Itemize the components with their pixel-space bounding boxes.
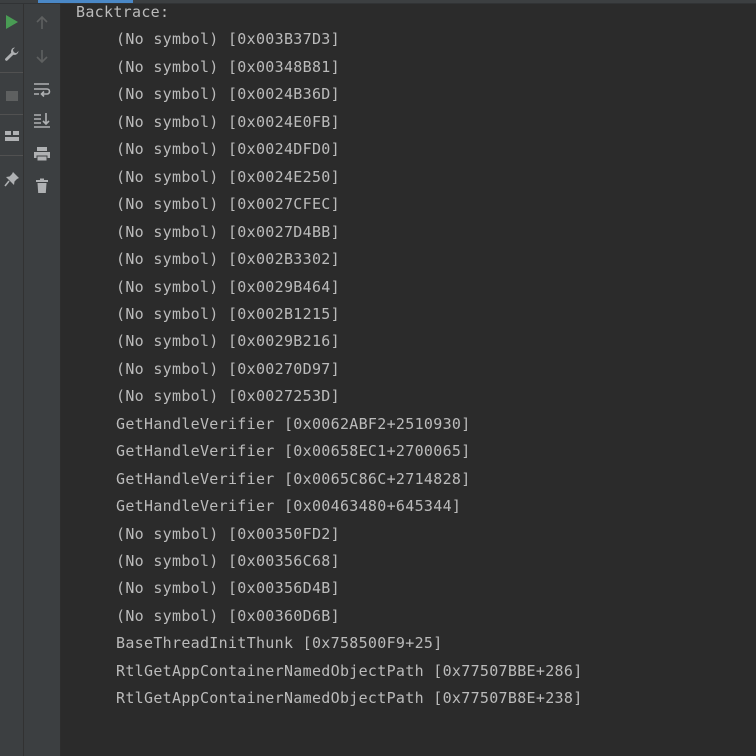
backtrace-line: RtlGetAppContainerNamedObjectPath [0x775…: [116, 689, 583, 708]
toolbar-separator: [0, 72, 23, 73]
backtrace-line: (No symbol) [0x0024DFD0]: [116, 140, 340, 159]
backtrace-line: BaseThreadInitThunk [0x758500F9+25]: [116, 634, 443, 653]
pin-button[interactable]: [0, 166, 23, 192]
backtrace-line: GetHandleVerifier [0x00463480+645344]: [116, 497, 462, 516]
backtrace-line: GetHandleVerifier [0x0062ABF2+2510930]: [116, 414, 471, 433]
backtrace-line: (No symbol) [0x002B1215]: [116, 304, 340, 323]
clear-all-button[interactable]: [24, 172, 60, 200]
backtrace-line: (No symbol) [0x00360D6B]: [116, 606, 340, 625]
layout-button[interactable]: [0, 123, 23, 149]
backtrace-line: (No symbol) [0x00356C68]: [116, 552, 340, 570]
previous-occurrence-button[interactable]: [24, 9, 60, 37]
backtrace-line: (No symbol) [0x0024E0FB]: [116, 112, 340, 131]
settings-button[interactable]: [0, 41, 23, 67]
print-icon: [34, 147, 50, 162]
run-button[interactable]: [0, 9, 23, 35]
backtrace-line: (No symbol) [0x003B37D3]: [116, 30, 340, 49]
run-toolbar: [0, 4, 24, 756]
toolbar-separator: [0, 155, 23, 156]
backtrace-line: (No symbol) [0x0029B216]: [116, 332, 340, 351]
backtrace-line: GetHandleVerifier [0x0065C86C+2714828]: [116, 469, 471, 488]
next-occurrence-button[interactable]: [24, 42, 60, 70]
backtrace-line: GetHandleVerifier [0x00658EC1+2700065]: [116, 442, 471, 461]
soft-wrap-icon: [34, 83, 51, 97]
scroll-to-end-button[interactable]: [24, 106, 60, 134]
backtrace-line: (No symbol) [0x002B3302]: [116, 250, 340, 268]
backtrace-line: (No symbol) [0x00348B81]: [116, 57, 340, 76]
stop-button[interactable]: [0, 83, 23, 109]
stop-icon: [5, 91, 18, 101]
run-tool-window: Backtrace: (No symbol) [0x003B37D3] (No s…: [0, 0, 756, 756]
trash-icon: [36, 178, 48, 193]
toolbar-separator: [0, 114, 23, 115]
arrow-down-icon: [36, 50, 48, 64]
backtrace-line: (No symbol) [0x0024E250]: [116, 167, 340, 186]
backtrace-line: (No symbol) [0x00356D4B]: [116, 579, 340, 598]
pin-icon: [3, 172, 19, 187]
backtrace-line: (No symbol) [0x0027253D]: [116, 387, 340, 406]
run-icon: [5, 15, 18, 29]
backtrace-line: RtlGetAppContainerNamedObjectPath [0x775…: [116, 661, 583, 680]
backtrace-line: (No symbol) [0x00270D97]: [116, 359, 340, 378]
backtrace-header: Backtrace:: [76, 3, 170, 21]
scroll-to-end-icon: [34, 113, 50, 128]
wrench-icon: [4, 47, 18, 61]
print-button[interactable]: [24, 140, 60, 168]
arrow-up-icon: [36, 15, 48, 29]
backtrace-line: (No symbol) [0x0024B36D]: [116, 85, 340, 104]
console-toolbar: [24, 4, 61, 756]
backtrace-line: (No symbol) [0x00350FD2]: [116, 524, 340, 543]
backtrace-line: (No symbol) [0x0029B464]: [116, 277, 340, 296]
soft-wrap-button[interactable]: [24, 75, 60, 103]
console-output[interactable]: Backtrace: (No symbol) [0x003B37D3] (No s…: [61, 3, 756, 756]
layout-icon: [4, 131, 19, 141]
backtrace-line: (No symbol) [0x0027D4BB]: [116, 222, 340, 241]
backtrace-line: (No symbol) [0x0027CFEC]: [116, 195, 340, 214]
